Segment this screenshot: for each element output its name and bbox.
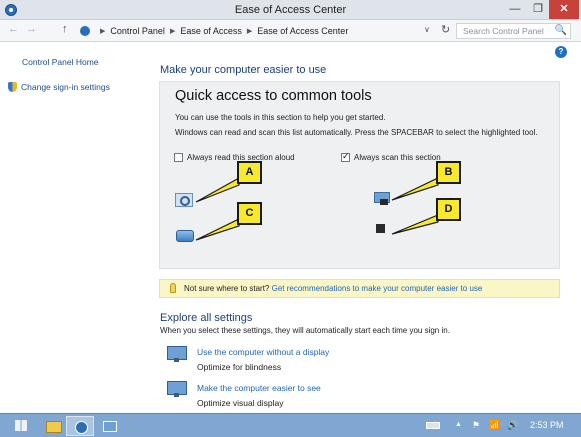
chevron-right-icon[interactable]: ▶ [247,27,252,35]
search-input[interactable]: Search Control Panel 🔍 [456,23,571,39]
show-hidden-icons-button[interactable]: ▲ [455,421,462,428]
clock[interactable]: 2:53 PM [530,420,564,430]
scan-checkbox[interactable] [341,151,350,162]
control-panel-home-link[interactable]: Control Panel Home [22,57,99,67]
quick-access-title: Quick access to common tools [175,88,372,104]
read-aloud-option[interactable]: Always read this section aloud [174,153,295,162]
internet-explorer-icon[interactable] [8,416,36,436]
control-panel-icon [80,26,90,36]
network-icon[interactable]: 📶 [489,420,500,431]
high-contrast-icon[interactable] [376,224,385,233]
maximize-button[interactable]: ❐ [527,0,549,19]
explore-title: Explore all settings [160,312,253,324]
change-sign-in-settings-label[interactable]: Change sign-in settings [21,82,110,92]
lightbulb-icon [170,283,176,293]
forward-button[interactable]: → [26,23,37,35]
callout-b: B [436,161,461,184]
quick-access-intro: You can use the tools in this section to… [175,113,386,122]
close-button[interactable]: ✕ [549,0,579,19]
no-display-icon[interactable] [167,346,187,363]
file-explorer-icon[interactable] [39,416,67,436]
callout-a: A [237,161,262,184]
shield-icon [8,82,17,92]
tip-text: Not sure where to start? Get recommendat… [184,284,482,293]
scan-option[interactable]: Always scan this section [341,151,441,162]
narrator-icon[interactable] [374,192,392,206]
callout-c: C [237,202,262,225]
scan-label[interactable]: Always scan this section [354,153,441,162]
magnifier-icon[interactable] [175,193,193,207]
breadcrumb-ease-of-access-center[interactable]: Ease of Access Center [257,26,348,36]
easier-to-see-icon[interactable] [167,381,187,398]
minimize-button[interactable]: — [503,0,527,19]
recommendation-tip: Not sure where to start? Get recommendat… [159,279,560,298]
use-without-display-description: Optimize for blindness [197,362,282,372]
callout-d: D [436,198,461,221]
breadcrumb-control-panel[interactable]: Control Panel [110,26,165,36]
get-recommendations-link[interactable]: Get recommendations to make your compute… [272,284,483,293]
tip-question: Not sure where to start? [184,284,270,293]
read-aloud-checkbox[interactable] [174,153,183,162]
breadcrumb: ▶ Control Panel ▶ Ease of Access ▶ Ease … [80,24,348,38]
search-placeholder: Search Control Panel [463,26,544,36]
breadcrumb-ease-of-access[interactable]: Ease of Access [180,26,242,36]
use-without-display-link[interactable]: Use the computer without a display [197,347,329,357]
address-bar: ← → ↑ ▶ Control Panel ▶ Ease of Access ▶… [0,20,581,42]
chevron-right-icon[interactable]: ▶ [100,27,105,35]
quick-access-scan-note: Windows can read and scan this list auto… [175,128,538,137]
search-icon[interactable]: 🔍 [555,25,567,36]
up-button[interactable]: ↑ [62,23,68,35]
chevron-right-icon[interactable]: ▶ [170,27,175,35]
control-panel-taskbar-button[interactable] [66,416,94,436]
explore-subtitle: When you select these settings, they wil… [160,326,450,335]
on-screen-keyboard-icon[interactable] [176,230,194,242]
change-sign-in-settings-link[interactable]: Change sign-in settings [8,82,110,92]
taskbar: ▲ ⚑ 📶 🔊 2:53 PM [0,413,581,437]
easier-to-see-link[interactable]: Make the computer easier to see [197,383,321,393]
keyboard-icon[interactable] [426,422,440,429]
quick-access-panel [159,81,560,269]
refresh-button[interactable]: ↻ [441,23,450,36]
back-button[interactable]: ← [8,23,19,35]
help-button[interactable]: ? [555,46,567,58]
title-bar: Ease of Access Center — ❐ ✕ [0,0,581,20]
window-title: Ease of Access Center [234,4,347,16]
ease-of-access-taskbar-button[interactable] [95,416,123,436]
page-title: Make your computer easier to use [160,64,327,76]
action-center-flag-icon[interactable]: ⚑ [472,420,480,431]
address-dropdown-button[interactable]: ∨ [424,25,430,34]
easier-to-see-description: Optimize visual display [197,398,284,408]
volume-icon[interactable]: 🔊 [507,420,518,431]
